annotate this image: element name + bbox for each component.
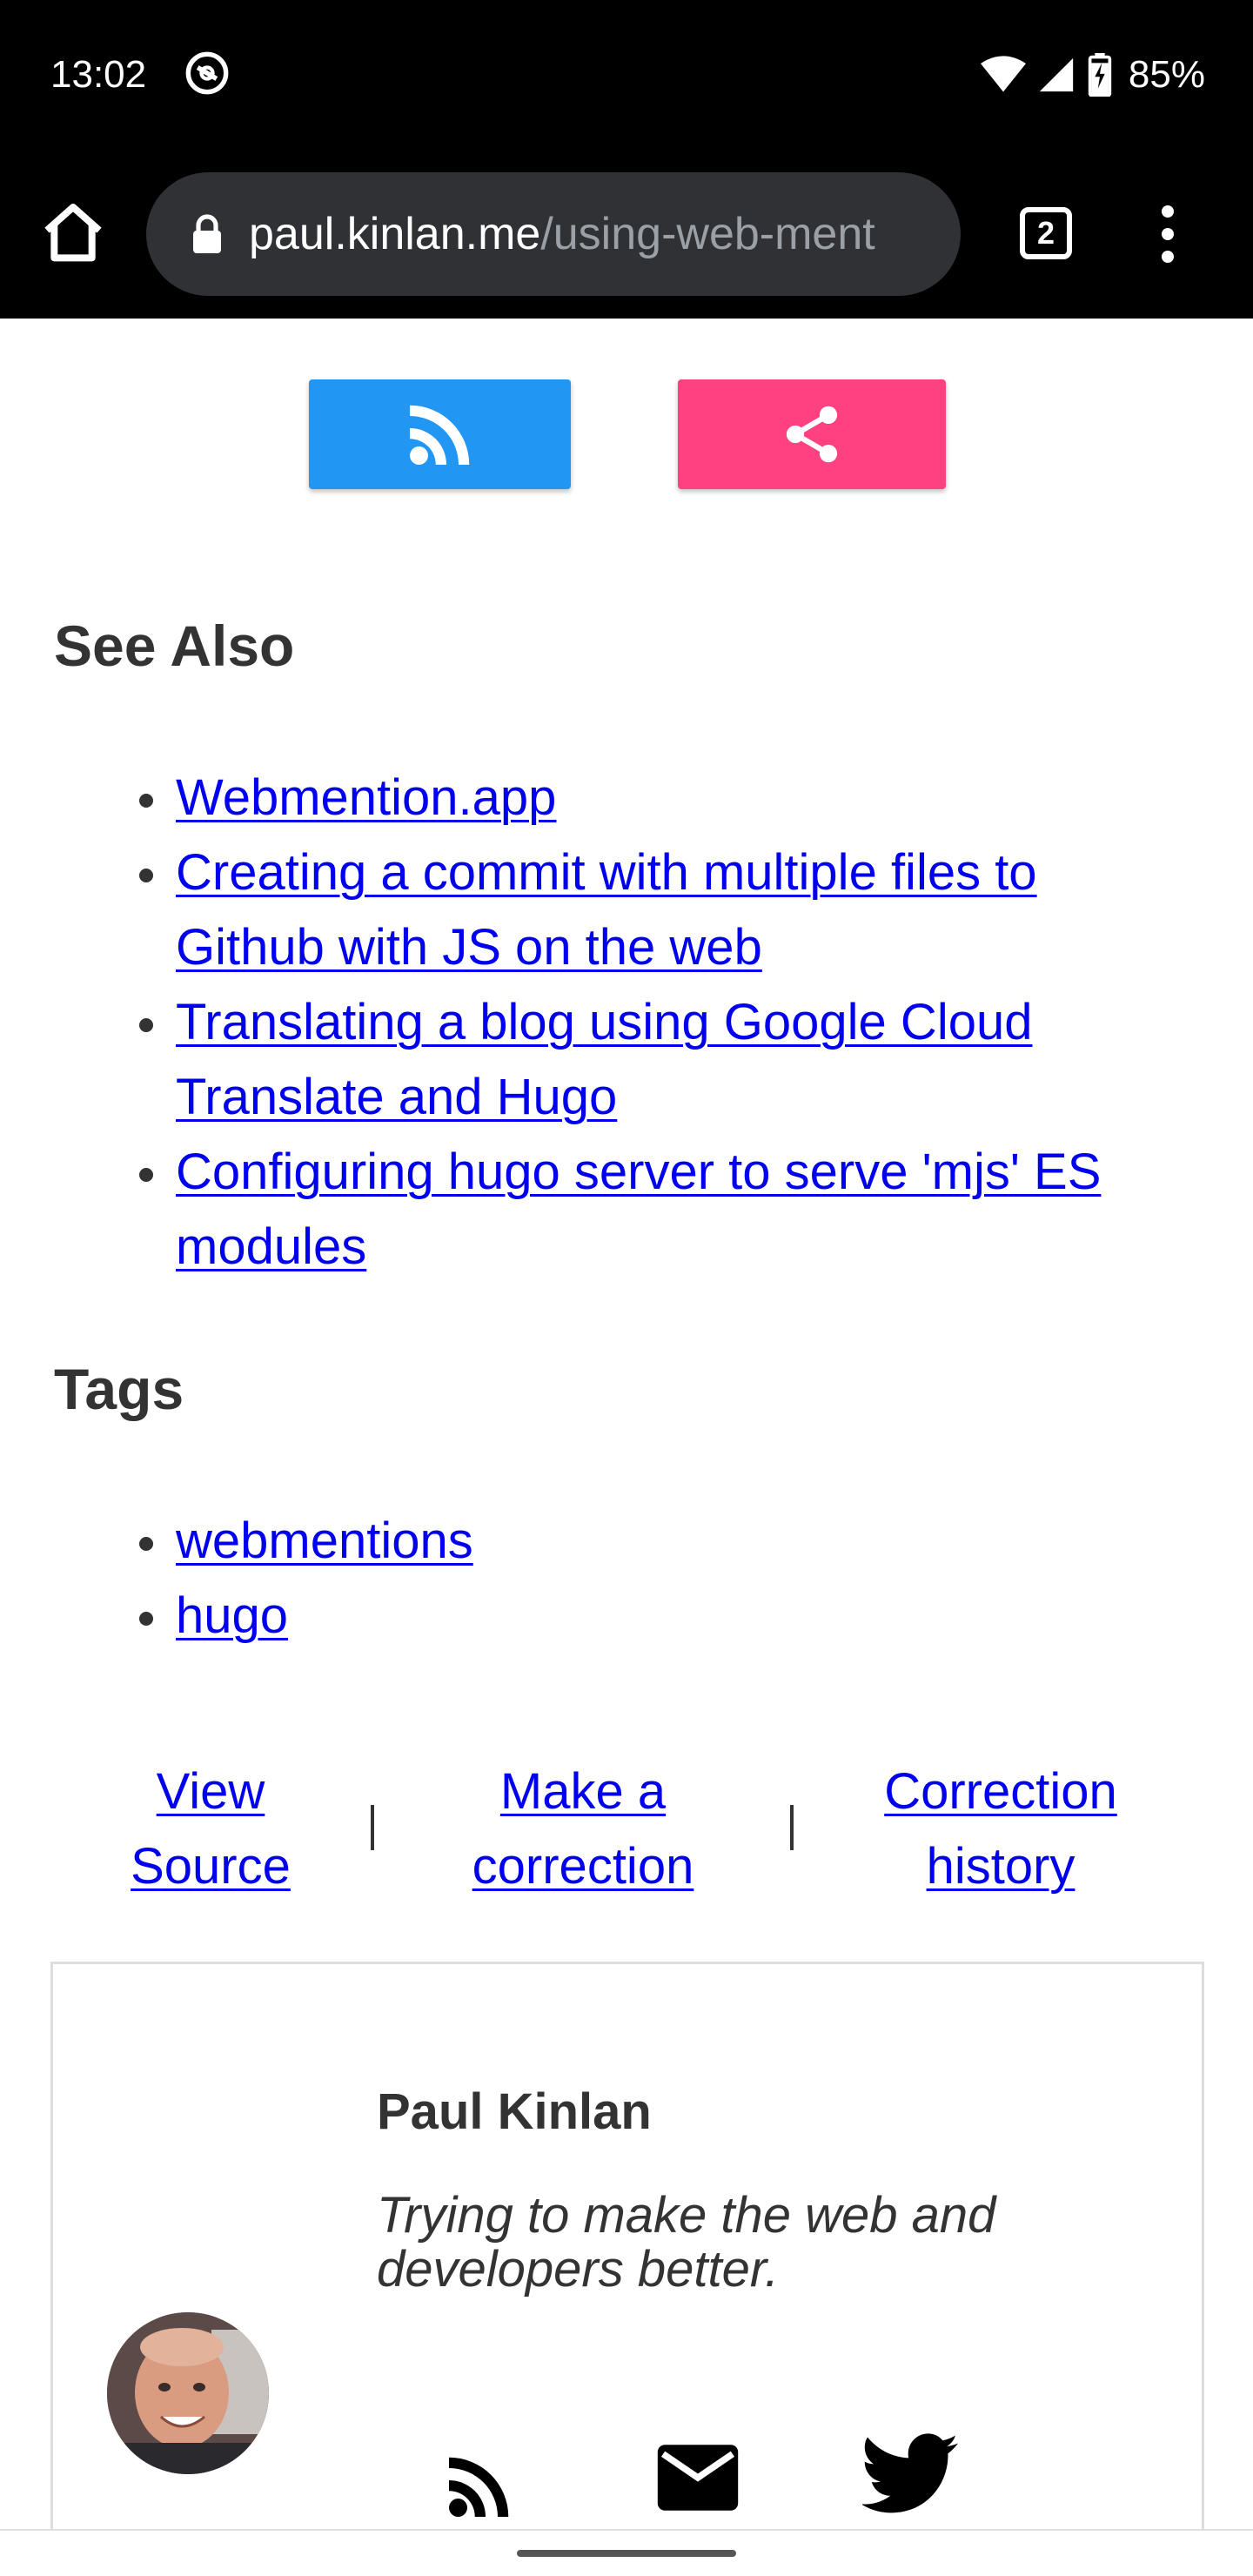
status-bar: 13:02 85% <box>0 0 1253 148</box>
author-name: Paul Kinlan <box>377 2083 652 2140</box>
lock-icon[interactable] <box>190 213 224 255</box>
battery-percent: 85% <box>1128 53 1205 96</box>
home-icon[interactable] <box>38 198 108 268</box>
status-time: 13:02 <box>50 53 147 96</box>
email-icon[interactable] <box>653 2441 742 2514</box>
divider <box>371 1805 374 1850</box>
list-item: Creating a commit with multiple files to… <box>139 835 1201 985</box>
page-content: See Also Webmention.app Creating a commi… <box>0 319 1253 2529</box>
address-bar[interactable]: paul.kinlan.me/using-web-ment <box>146 172 961 296</box>
tab-switcher-icon[interactable]: 2 <box>1020 207 1072 259</box>
author-bio: Trying to make the web and developers bet… <box>377 2187 996 2298</box>
avatar-photo <box>107 2312 269 2474</box>
list-item: Translating a blog using Google Cloud Tra… <box>139 985 1201 1135</box>
correction-history-link[interactable]: Correction history <box>861 1754 1140 1904</box>
see-also-heading: See Also <box>54 614 295 678</box>
list-item: Configuring hugo server to serve 'mjs' E… <box>139 1135 1201 1285</box>
system-nav-bar <box>0 2529 1253 2576</box>
list-item: Webmention.app <box>139 761 1201 835</box>
browser-toolbar: paul.kinlan.me/using-web-ment 2 <box>0 148 1253 319</box>
url-domain: paul.kinlan.me <box>249 209 541 259</box>
do-not-disturb-icon <box>185 51 229 95</box>
tab-count: 2 <box>1036 215 1055 251</box>
list-item: hugo <box>139 1579 1201 1654</box>
share-button[interactable] <box>678 379 946 489</box>
share-icon <box>786 406 838 463</box>
divider <box>790 1805 794 1850</box>
tags-heading: Tags <box>54 1357 184 1421</box>
see-also-list: Webmention.app Creating a commit with mu… <box>0 761 1201 1285</box>
tags-list: webmentions hugo <box>0 1504 1201 1654</box>
gesture-handle[interactable] <box>517 2550 736 2557</box>
rss-icon[interactable] <box>443 2450 516 2523</box>
twitter-icon[interactable] <box>862 2432 960 2516</box>
status-icons: 85% <box>980 50 1205 99</box>
see-also-link[interactable]: Configuring hugo server to serve 'mjs' E… <box>176 1144 1101 1275</box>
list-item: webmentions <box>139 1504 1201 1579</box>
url-path: /using-web-ment <box>540 209 875 259</box>
more-vert-icon[interactable] <box>1149 200 1187 270</box>
see-also-link[interactable]: Translating a blog using Google Cloud Tra… <box>176 994 1032 1125</box>
tag-link[interactable]: webmentions <box>176 1513 473 1569</box>
view-source-link[interactable]: View Source <box>104 1754 317 1904</box>
battery-charging-icon <box>1088 53 1112 97</box>
rss-subscribe-button[interactable] <box>309 379 571 489</box>
rss-icon <box>409 405 469 465</box>
wifi-icon <box>980 56 1026 92</box>
see-also-link[interactable]: Webmention.app <box>176 769 556 826</box>
cell-signal-icon <box>1039 57 1074 92</box>
make-correction-link[interactable]: Make a correction <box>452 1754 714 1904</box>
see-also-link[interactable]: Creating a commit with multiple files to… <box>176 844 1037 976</box>
tag-link[interactable]: hugo <box>176 1587 288 1644</box>
avatar <box>107 2312 269 2474</box>
url-text[interactable]: paul.kinlan.me/using-web-ment <box>249 208 875 260</box>
author-card: Paul Kinlan Trying to make the web and de… <box>50 1962 1204 2529</box>
